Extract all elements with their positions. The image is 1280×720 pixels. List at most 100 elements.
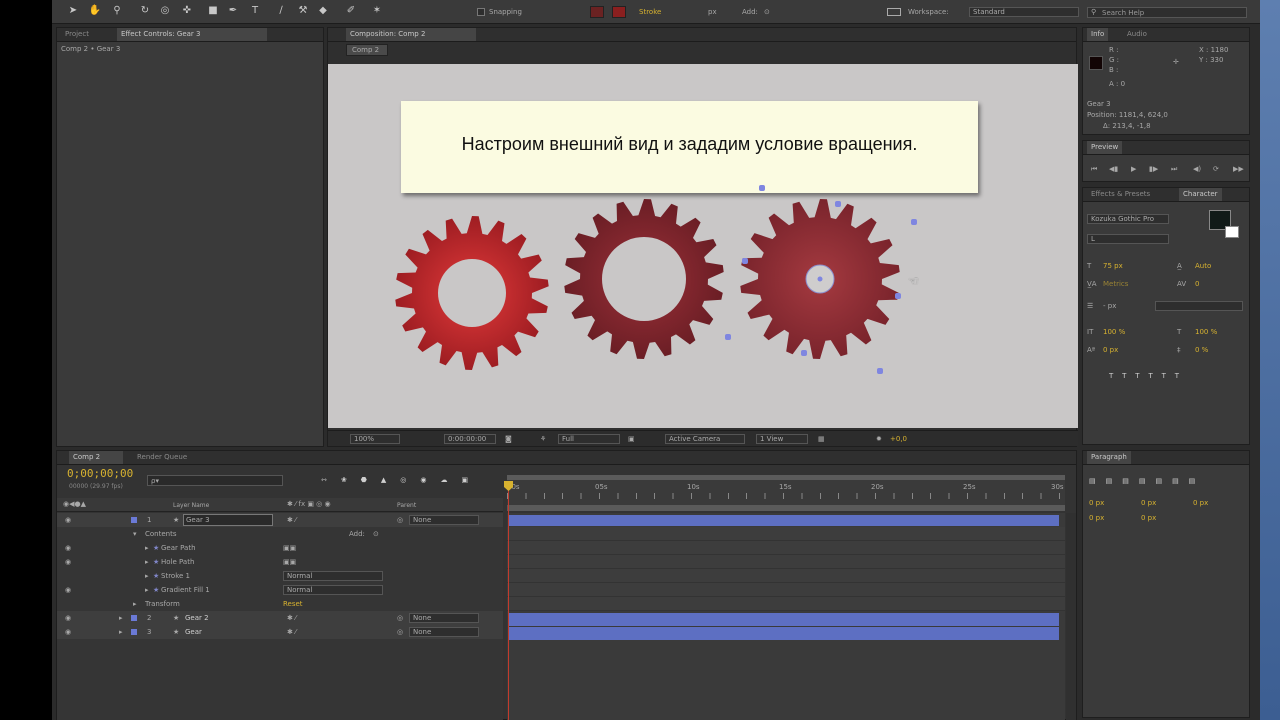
- transform-handle[interactable]: [742, 258, 748, 264]
- gear-shape[interactable]: [564, 199, 724, 359]
- align-buttons[interactable]: ▤▤▤▤▤▤▤: [1089, 477, 1205, 486]
- pen-switch-icon[interactable]: ✱ ⁄: [287, 513, 296, 527]
- layer-2-duration-bar[interactable]: [509, 613, 1059, 626]
- col-layer-name[interactable]: Layer Name: [173, 501, 209, 510]
- layer-name[interactable]: Gear 3: [183, 514, 273, 526]
- play-icon[interactable]: ▶: [1131, 165, 1136, 174]
- font-style-select[interactable]: L: [1087, 234, 1169, 244]
- anchor-point[interactable]: [817, 276, 823, 282]
- parent-pick-icon[interactable]: ◎: [397, 611, 403, 625]
- transform-handle[interactable]: [725, 334, 731, 340]
- tab-effect-controls[interactable]: Effect Controls: Gear 3: [117, 28, 267, 41]
- stroke-color-swatch[interactable]: [1225, 226, 1239, 238]
- gear-shape[interactable]: [395, 216, 549, 370]
- col-parent[interactable]: Parent: [397, 501, 416, 510]
- first-frame-icon[interactable]: ⏮: [1091, 165, 1097, 174]
- property-row[interactable]: ◉ ▸ ★ Gradient Fill 1 Normal: [57, 583, 503, 597]
- tab-audio[interactable]: Audio: [1123, 28, 1151, 41]
- font-size-value[interactable]: 75 px: [1103, 262, 1123, 271]
- property-row[interactable]: ▸ ★ Stroke 1 Normal: [57, 569, 503, 583]
- path-mode-icon[interactable]: ▣▣: [283, 555, 296, 569]
- baseline-shift-value[interactable]: 0 px: [1103, 346, 1118, 355]
- show-channel-icon[interactable]: ⚘: [540, 435, 546, 444]
- tab-composition[interactable]: Composition: Comp 2: [346, 28, 476, 41]
- visibility-icon[interactable]: ◉: [65, 611, 71, 625]
- region-icon[interactable]: ▣: [628, 435, 635, 444]
- property-row[interactable]: ◉ ▸ ★ Hole Path ▣▣: [57, 555, 503, 569]
- brush-tool-icon[interactable]: ∕: [274, 4, 288, 17]
- parent-select[interactable]: None: [409, 627, 479, 637]
- label-color[interactable]: [131, 517, 137, 523]
- grid-icon[interactable]: ▦: [818, 435, 825, 444]
- expand-arrow-icon[interactable]: ▸: [119, 611, 123, 625]
- transform-handle[interactable]: [877, 368, 883, 374]
- label-color[interactable]: [131, 629, 137, 635]
- layer-row[interactable]: ◉ 1 ★ Gear 3 ✱ ⁄ ◎ None: [57, 513, 503, 527]
- audio-icon[interactable]: ◀): [1193, 165, 1201, 174]
- camera-tool-icon[interactable]: ◎: [158, 4, 172, 17]
- transform-handle[interactable]: [835, 201, 841, 207]
- stroke-label[interactable]: Stroke: [639, 8, 661, 17]
- zoom-select[interactable]: 100%: [350, 434, 400, 444]
- ram-preview-icon[interactable]: ▶▶: [1233, 165, 1244, 174]
- tab-effects-presets[interactable]: Effects & Presets: [1087, 188, 1154, 201]
- path-mode-icon[interactable]: ▣▣: [283, 541, 296, 555]
- parent-select[interactable]: None: [409, 613, 479, 623]
- prev-frame-icon[interactable]: ◀▮: [1109, 165, 1118, 174]
- rotate-tool-icon[interactable]: ↻: [138, 4, 152, 17]
- transform-reset-link[interactable]: Reset: [283, 597, 303, 611]
- indent-left-value[interactable]: 0 px: [1089, 499, 1104, 508]
- transform-handle[interactable]: [801, 350, 807, 356]
- stroke-swatch[interactable]: [612, 6, 626, 18]
- track-area[interactable]: [507, 513, 1065, 720]
- layer-name[interactable]: Gear: [185, 625, 202, 639]
- tab-project[interactable]: Project: [61, 28, 93, 41]
- tab-paragraph[interactable]: Paragraph: [1087, 451, 1131, 464]
- views-select[interactable]: 1 View: [756, 434, 808, 444]
- visibility-icon[interactable]: ◉: [65, 625, 71, 639]
- blend-mode-select[interactable]: Normal: [283, 571, 383, 581]
- tab-preview[interactable]: Preview: [1087, 141, 1123, 154]
- visibility-icon[interactable]: ◉: [65, 541, 71, 555]
- tab-render-queue[interactable]: Render Queue: [133, 451, 191, 464]
- fill-swatch[interactable]: [590, 6, 604, 18]
- work-area-bar[interactable]: [507, 475, 1065, 480]
- expand-arrow-icon[interactable]: ▸: [133, 597, 137, 611]
- leading-value[interactable]: Auto: [1195, 262, 1211, 271]
- timeline-scrollbar[interactable]: [1066, 513, 1076, 720]
- pen-switch-icon[interactable]: ✱ ⁄: [287, 625, 296, 639]
- vertical-scale-value[interactable]: 100 %: [1103, 328, 1125, 337]
- clone-stamp-tool-icon[interactable]: ⚒: [296, 4, 310, 17]
- property-row[interactable]: ◉ ▸ ★ Gear Path ▣▣: [57, 541, 503, 555]
- layer-row[interactable]: ◉ ▸ 2 ★ Gear 2 ✱ ⁄ ◎ None: [57, 611, 503, 625]
- comp-viewer[interactable]: Настроим внешний вид и зададим условие в…: [328, 64, 1078, 428]
- horizontal-scale-value[interactable]: 100 %: [1195, 328, 1217, 337]
- camera-select[interactable]: Active Camera: [665, 434, 745, 444]
- zoom-tool-icon[interactable]: ⚲: [110, 4, 124, 17]
- expand-arrow-icon[interactable]: ▸: [119, 625, 123, 639]
- parent-select[interactable]: None: [409, 515, 479, 525]
- hand-tool-icon[interactable]: ✋: [88, 4, 102, 17]
- visibility-icon[interactable]: ◉: [65, 555, 71, 569]
- add-icon[interactable]: ⊙: [373, 527, 379, 541]
- blend-mode-select[interactable]: Normal: [283, 585, 383, 595]
- stroke-width-value[interactable]: - px: [1103, 302, 1116, 311]
- text-style-buttons[interactable]: TTTTTT: [1109, 372, 1188, 381]
- resolution-select[interactable]: Full: [558, 434, 620, 444]
- transform-row[interactable]: ▸ Transform Reset: [57, 597, 503, 611]
- current-time-indicator[interactable]: [508, 481, 509, 720]
- type-tool-icon[interactable]: T: [248, 4, 262, 17]
- snapshot-icon[interactable]: ◙: [505, 435, 512, 444]
- tracking-value[interactable]: 0: [1195, 280, 1199, 289]
- eraser-tool-icon[interactable]: ◆: [316, 4, 330, 17]
- timecode-field[interactable]: 0:00:00:00: [444, 434, 496, 444]
- last-frame-icon[interactable]: ⏭: [1171, 165, 1177, 174]
- pan-behind-tool-icon[interactable]: ✜: [180, 4, 194, 17]
- tsume-value[interactable]: 0 %: [1195, 346, 1208, 355]
- puppet-pin-tool-icon[interactable]: ✶: [370, 4, 384, 17]
- pen-switch-icon[interactable]: ✱ ⁄: [287, 611, 296, 625]
- transform-handle[interactable]: [911, 219, 917, 225]
- layer-row[interactable]: ◉ ▸ 3 ★ Gear ✱ ⁄ ◎ None: [57, 625, 503, 639]
- parent-pick-icon[interactable]: ◎: [397, 625, 403, 639]
- stroke-style-select[interactable]: [1155, 301, 1243, 311]
